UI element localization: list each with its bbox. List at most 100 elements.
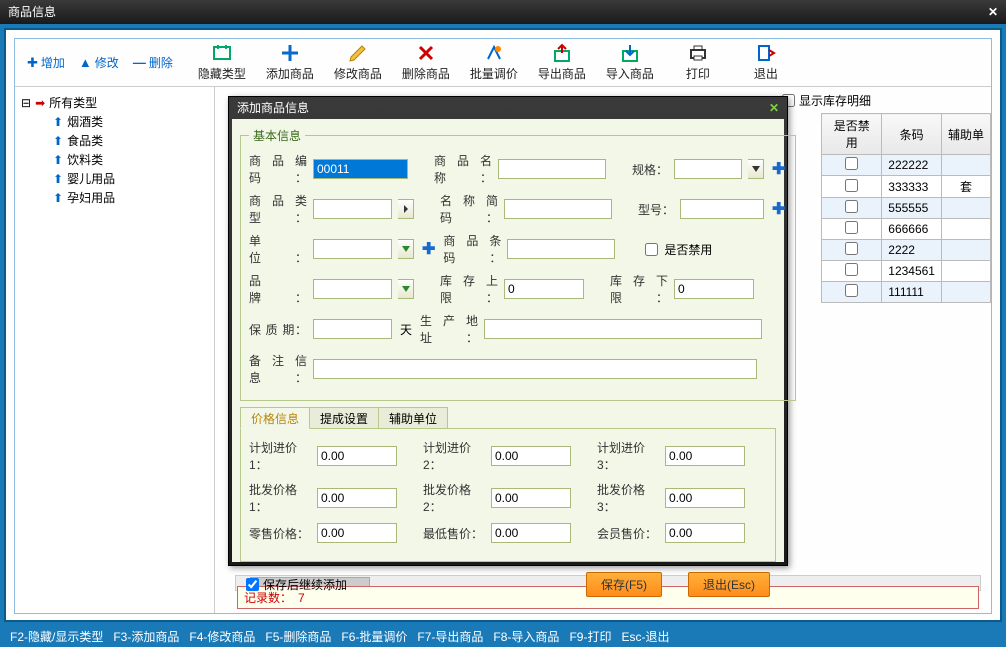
toolbar-0[interactable]: 隐藏类型 bbox=[195, 43, 249, 82]
tree-item[interactable]: ⬆孕妇用品 bbox=[21, 188, 208, 207]
toolbar-5[interactable]: 导出商品 bbox=[535, 43, 589, 82]
grid-header[interactable]: 辅助单 bbox=[941, 114, 990, 155]
toolbar-icon bbox=[212, 43, 232, 63]
toolbar-icon bbox=[484, 43, 504, 63]
price-panel: 计划进价1： 计划进价2： 计划进价3： 批发价格1： 批发价格2： 批发价格3… bbox=[240, 429, 776, 562]
product-name-input[interactable] bbox=[498, 159, 606, 179]
tab-commission[interactable]: 提成设置 bbox=[309, 407, 379, 428]
wholesale-2-input[interactable] bbox=[491, 488, 571, 508]
tree-item[interactable]: ⬆食品类 bbox=[21, 131, 208, 150]
spec-dropdown-icon[interactable] bbox=[748, 159, 764, 179]
retail-price-input[interactable] bbox=[317, 523, 397, 543]
delete-category-button[interactable]: —删除 bbox=[133, 54, 173, 71]
toolbar-7[interactable]: 打印 bbox=[671, 43, 725, 82]
row-disabled-checkbox[interactable] bbox=[845, 157, 858, 170]
toolbar-icon bbox=[756, 43, 776, 63]
plan-in-2-input[interactable] bbox=[491, 446, 571, 466]
wholesale-3-input[interactable] bbox=[665, 488, 745, 508]
table-row[interactable]: 1234561 bbox=[822, 261, 991, 282]
main-toolbar: ✚增加 ▲修改 —删除 隐藏类型添加商品修改商品删除商品批量调价导出商品导入商品… bbox=[15, 39, 991, 87]
row-disabled-checkbox[interactable] bbox=[845, 221, 858, 234]
tab-aux-unit[interactable]: 辅助单位 bbox=[378, 407, 448, 428]
table-row[interactable]: 2222 bbox=[822, 240, 991, 261]
grid-header[interactable]: 是否禁用 bbox=[822, 114, 882, 155]
category-tree: ⊟ ➡ 所有类型 ⬆烟酒类⬆食品类⬆饮料类⬆婴儿用品⬆孕妇用品 bbox=[15, 87, 215, 613]
add-product-dialog: 添加商品信息 ✕ 基本信息 商品编码： 商品名称： 规格： ✚ 商品类型： 名称… bbox=[228, 96, 788, 566]
dialog-close-button[interactable]: ✕ bbox=[769, 97, 779, 119]
basic-info-fieldset: 基本信息 商品编码： 商品名称： 规格： ✚ 商品类型： 名称简码： 型号： bbox=[240, 127, 796, 401]
tree-item[interactable]: ⬆烟酒类 bbox=[21, 112, 208, 131]
spec-input[interactable] bbox=[674, 159, 742, 179]
plan-in-1-input[interactable] bbox=[317, 446, 397, 466]
window-close-button[interactable]: ✕ bbox=[988, 0, 998, 24]
toolbar-icon bbox=[348, 43, 368, 63]
table-row[interactable]: 222222 bbox=[822, 155, 991, 176]
row-disabled-checkbox[interactable] bbox=[845, 200, 858, 213]
show-stock-label: 显示库存明细 bbox=[799, 92, 871, 109]
table-row[interactable]: 333333套 bbox=[822, 176, 991, 198]
toolbar-icon bbox=[552, 43, 572, 63]
product-code-input[interactable] bbox=[313, 159, 408, 179]
table-row[interactable]: 111111 bbox=[822, 282, 991, 303]
toolbar-1[interactable]: 添加商品 bbox=[263, 43, 317, 82]
toolbar-6[interactable]: 导入商品 bbox=[603, 43, 657, 82]
wholesale-1-input[interactable] bbox=[317, 488, 397, 508]
arrow-up-icon: ⬆ bbox=[53, 191, 63, 205]
toolbar-icon bbox=[620, 43, 640, 63]
save-button[interactable]: 保存(F5) bbox=[586, 572, 662, 597]
spec-add-icon[interactable]: ✚ bbox=[770, 159, 787, 179]
price-tabs: 价格信息 提成设置 辅助单位 bbox=[240, 407, 776, 429]
stock-upper-input[interactable] bbox=[504, 279, 584, 299]
tree-root[interactable]: ⊟ ➡ 所有类型 bbox=[21, 93, 208, 112]
arrow-up-icon: ⬆ bbox=[53, 134, 63, 148]
model-input[interactable] bbox=[680, 199, 764, 219]
status-bar: F2-隐藏/显示类型F3-添加商品F4-修改商品F5-删除商品F6-批量调价F7… bbox=[0, 626, 1006, 647]
toolbar-4[interactable]: 批量调价 bbox=[467, 43, 521, 82]
grid-header[interactable]: 条码 bbox=[882, 114, 942, 155]
shortname-input[interactable] bbox=[504, 199, 612, 219]
toolbar-2[interactable]: 修改商品 bbox=[331, 43, 385, 82]
model-add-icon[interactable]: ✚ bbox=[770, 199, 787, 219]
row-disabled-checkbox[interactable] bbox=[845, 284, 858, 297]
arrow-up-icon: ⬆ bbox=[53, 153, 63, 167]
unit-input[interactable] bbox=[313, 239, 392, 259]
origin-input[interactable] bbox=[484, 319, 762, 339]
row-disabled-checkbox[interactable] bbox=[845, 242, 858, 255]
min-sell-input[interactable] bbox=[491, 523, 571, 543]
table-row[interactable]: 666666 bbox=[822, 219, 991, 240]
product-grid[interactable]: 是否禁用条码辅助单 222222333333套55555566666622221… bbox=[821, 113, 991, 303]
stock-lower-input[interactable] bbox=[674, 279, 754, 299]
dialog-title: 添加商品信息 bbox=[237, 97, 309, 119]
arrow-up-icon: ⬆ bbox=[53, 115, 63, 129]
keep-adding-checkbox[interactable]: 保存后继续添加 bbox=[246, 576, 347, 593]
unit-add-icon[interactable]: ✚ bbox=[420, 239, 437, 259]
brand-dropdown-icon[interactable] bbox=[398, 279, 414, 299]
toolbar-icon bbox=[280, 43, 300, 63]
plan-in-3-input[interactable] bbox=[665, 446, 745, 466]
product-type-input[interactable] bbox=[313, 199, 392, 219]
row-disabled-checkbox[interactable] bbox=[845, 263, 858, 276]
add-category-button[interactable]: ✚增加 bbox=[27, 54, 65, 71]
tab-price[interactable]: 价格信息 bbox=[240, 407, 310, 429]
member-price-input[interactable] bbox=[665, 523, 745, 543]
brand-input[interactable] bbox=[313, 279, 392, 299]
barcode-input[interactable] bbox=[507, 239, 615, 259]
window-titlebar: 商品信息 ✕ bbox=[0, 0, 1006, 24]
exit-button[interactable]: 退出(Esc) bbox=[688, 572, 770, 597]
unit-dropdown-icon[interactable] bbox=[398, 239, 414, 259]
remark-input[interactable] bbox=[313, 359, 757, 379]
table-row[interactable]: 555555 bbox=[822, 198, 991, 219]
shelf-life-input[interactable] bbox=[313, 319, 392, 339]
dialog-titlebar: 添加商品信息 ✕ bbox=[229, 97, 787, 119]
toolbar-3[interactable]: 删除商品 bbox=[399, 43, 453, 82]
type-browse-icon[interactable] bbox=[398, 199, 414, 219]
arrow-up-icon: ⬆ bbox=[53, 172, 63, 186]
toolbar-8[interactable]: 退出 bbox=[739, 43, 793, 82]
window-title: 商品信息 bbox=[8, 0, 56, 24]
row-disabled-checkbox[interactable] bbox=[845, 179, 858, 192]
tree-item[interactable]: ⬆饮料类 bbox=[21, 150, 208, 169]
edit-category-button[interactable]: ▲修改 bbox=[79, 54, 119, 71]
tree-item[interactable]: ⬆婴儿用品 bbox=[21, 169, 208, 188]
folder-icon: ➡ bbox=[35, 96, 45, 110]
disabled-checkbox[interactable] bbox=[645, 243, 658, 256]
